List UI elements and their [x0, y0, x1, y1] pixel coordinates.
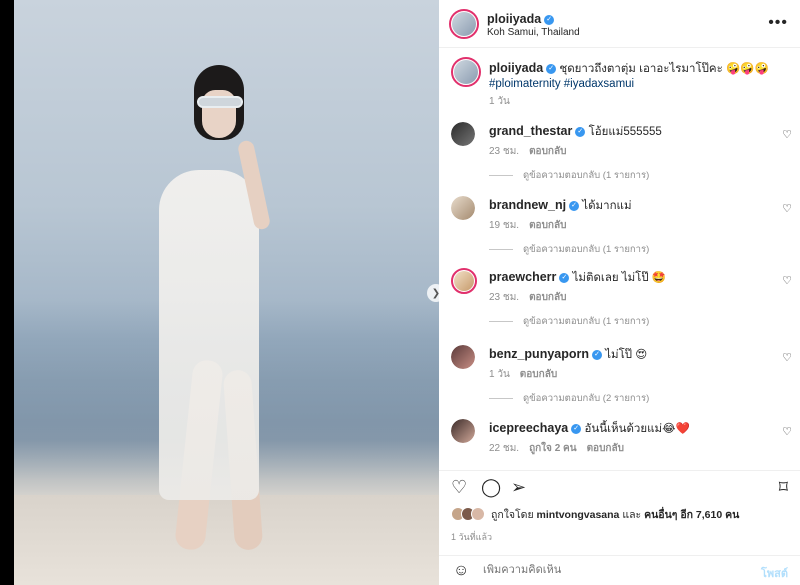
post-comment-button[interactable]: โพสต์: [761, 564, 788, 582]
commenter-avatar[interactable]: [451, 345, 475, 369]
comment-item: praewcherr ✓ ไม่ติดเลย ไม่โป๊ 🤩 23 ชม. ตอบ…: [451, 268, 796, 330]
commenter-username[interactable]: grand_thestar: [489, 124, 572, 138]
post-actions-bar: ♡ ◯ ➢ ⌑: [439, 470, 800, 500]
photo-figure-sunglasses: [197, 96, 243, 108]
post-age: 1 วันที่แล้ว: [451, 532, 493, 542]
more-horizontal-icon[interactable]: •••: [768, 14, 788, 32]
comment-text: ไม่ติดเลย ไม่โป๊ 🤩: [572, 272, 667, 284]
comment-icon[interactable]: ◯: [481, 477, 501, 498]
next-photo-button[interactable]: ❯: [427, 284, 439, 302]
bookmark-icon[interactable]: ⌑: [779, 477, 788, 498]
reply-button[interactable]: ตอบกลับ: [529, 220, 566, 231]
likes-prefix: ถูกใจโดย: [491, 508, 534, 521]
comment-time: 1 วัน: [489, 369, 510, 380]
comment-text: ไม่โป๊ 😍: [605, 349, 648, 361]
caption-time: 1 วัน: [489, 96, 510, 107]
divider-line: [489, 321, 513, 322]
likes-others[interactable]: คนอื่นๆ อีก 7,610 คน: [644, 509, 739, 521]
heart-icon[interactable]: ♡: [782, 274, 792, 287]
comment-text: ได้มากแม่: [582, 200, 632, 212]
verified-badge-icon: ✓: [546, 63, 557, 74]
comment-input[interactable]: [483, 564, 743, 576]
divider-line: [489, 175, 513, 176]
verified-badge-icon: ✓: [569, 200, 580, 211]
comment-item: icepreechaya ✓ อันนี้เห็นด้วยแม่😂❤️ 22 ชม…: [451, 419, 796, 459]
view-replies-button[interactable]: ดูข้อความตอบกลับ (2 รายการ): [489, 391, 649, 406]
reply-button[interactable]: ตอบกลับ: [587, 443, 624, 454]
modal-left-edge: [0, 0, 14, 585]
emoji-icon[interactable]: ☺: [453, 562, 469, 580]
post-side-panel: ploiiyada ✓ Koh Samui, Thailand ••• ploii…: [439, 0, 800, 585]
verified-badge-icon: ✓: [571, 423, 582, 434]
liker-username[interactable]: mintvongvasana: [537, 509, 620, 521]
verified-badge-icon: ✓: [559, 272, 570, 283]
chevron-right-icon: ❯: [432, 288, 439, 299]
photo-sand: [14, 495, 439, 585]
likes-mid: และ: [622, 508, 642, 521]
likes-summary[interactable]: ถูกใจโดย mintvongvasana และ คนอื่นๆ อีก …: [451, 505, 739, 523]
comment-item: brandnew_nj ✓ ได้มากแม่ 19 ชม. ตอบกลับ ♡ ด…: [451, 196, 796, 258]
comment-text: โอ้ยแม่555555: [588, 126, 662, 138]
commenter-username[interactable]: brandnew_nj: [489, 198, 566, 212]
view-replies-button[interactable]: ดูข้อความตอบกลับ (1 รายการ): [489, 242, 649, 257]
verified-badge-icon: ✓: [592, 349, 603, 360]
photo-figure-dress: [159, 170, 259, 500]
verified-badge-icon: ✓: [575, 126, 586, 137]
view-replies-button[interactable]: ดูข้อความตอบกลับ (1 รายการ): [489, 314, 649, 329]
commenter-username[interactable]: icepreechaya: [489, 421, 568, 435]
comment-time: 23 ชม.: [489, 292, 520, 303]
comment-time: 23 ชม.: [489, 146, 520, 157]
commenter-username[interactable]: praewcherr: [489, 270, 556, 284]
caption-author-avatar[interactable]: [451, 57, 481, 87]
caption-text: ชุดยาวถึงตาตุ่ม เอาอะไรมาโป๊คะ 🤪🤪🤪: [559, 63, 769, 75]
heart-icon[interactable]: ♡: [782, 128, 792, 141]
post-location[interactable]: Koh Samui, Thailand: [487, 27, 580, 38]
commenter-avatar[interactable]: [451, 196, 475, 220]
post-photo[interactable]: ❯: [14, 0, 439, 585]
commenter-avatar[interactable]: [451, 419, 475, 443]
view-replies-label: ดูข้อความตอบกลับ (1 รายการ): [523, 170, 650, 181]
share-send-icon[interactable]: ➢: [511, 477, 526, 498]
caption-author-username[interactable]: ploiiyada: [489, 61, 543, 75]
liker-avatar: [471, 507, 485, 521]
commenter-avatar[interactable]: [451, 122, 475, 146]
heart-icon[interactable]: ♡: [782, 425, 792, 438]
add-comment-bar: ☺ โพสต์: [439, 555, 800, 585]
commenter-username[interactable]: benz_punyaporn: [489, 347, 589, 361]
author-avatar[interactable]: [449, 9, 479, 39]
view-replies-label: ดูข้อความตอบกลับ (1 รายการ): [523, 316, 650, 327]
post-header: ploiiyada ✓ Koh Samui, Thailand •••: [439, 0, 800, 48]
commenter-avatar[interactable]: [451, 268, 477, 294]
caption-text-block: ploiiyada ✓ ชุดยาวถึงตาตุ่ม เอาอะไรมาโป๊ค…: [489, 61, 784, 92]
divider-line: [489, 249, 513, 250]
comment-item: grand_thestar ✓ โอ้ยแม่555555 23 ชม. ตอบกล…: [451, 122, 796, 184]
post-modal: ❯ ploiiyada✓ Koh Samui, Thailand ••• plo…: [0, 0, 800, 585]
comment-time: 22 ชม.: [489, 443, 520, 454]
reply-button[interactable]: ตอบกลับ: [529, 146, 566, 157]
reply-button[interactable]: ตอบกลับ: [520, 369, 557, 380]
verified-badge-icon: ✓: [544, 14, 555, 25]
caption-hashtags[interactable]: #ploimaternity #iyadaxsamui: [489, 78, 634, 90]
heart-icon[interactable]: ♡: [782, 351, 792, 364]
comment-item: benz_punyaporn ✓ ไม่โป๊ 😍 1 วัน ตอบกลับ ♡ …: [451, 345, 796, 407]
heart-icon[interactable]: ♡: [782, 202, 792, 215]
view-replies-label: ดูข้อความตอบกลับ (2 รายการ): [523, 393, 650, 404]
reply-button[interactable]: ตอบกลับ: [529, 292, 566, 303]
view-replies-button[interactable]: ดูข้อความตอบกลับ (1 รายการ): [489, 168, 649, 183]
divider-line: [489, 398, 513, 399]
author-username[interactable]: ploiiyada: [487, 12, 541, 26]
comment-time: 19 ชม.: [489, 220, 520, 231]
like-heart-icon[interactable]: ♡: [451, 477, 467, 498]
comment-likes[interactable]: ถูกใจ 2 คน: [529, 443, 577, 454]
view-replies-label: ดูข้อความตอบกลับ (1 รายการ): [523, 244, 650, 255]
comment-text: อันนี้เห็นด้วยแม่😂❤️: [584, 423, 690, 435]
